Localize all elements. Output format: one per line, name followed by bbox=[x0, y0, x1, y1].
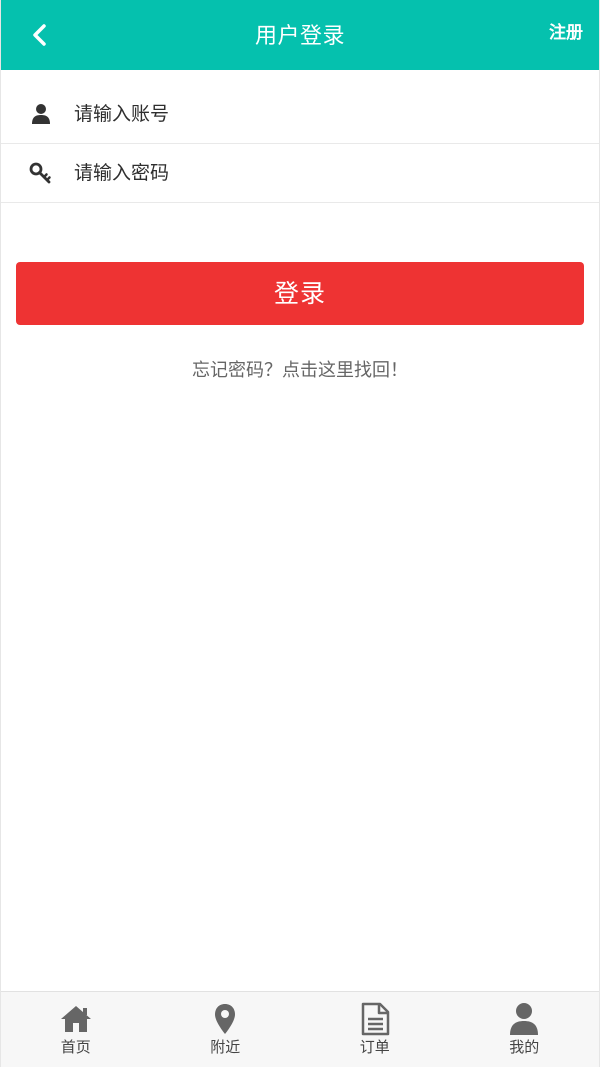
account-row bbox=[1, 85, 599, 144]
tab-orders-label: 订单 bbox=[359, 1038, 390, 1056]
login-button[interactable]: 登录 bbox=[16, 262, 584, 325]
tab-mine[interactable]: 我的 bbox=[450, 992, 600, 1067]
app-screen: 用户登录 注册 登录 bbox=[0, 0, 600, 1067]
tab-home[interactable]: 首页 bbox=[1, 992, 151, 1067]
password-input[interactable] bbox=[74, 153, 534, 193]
key-icon bbox=[29, 161, 53, 185]
tab-nearby[interactable]: 附近 bbox=[151, 992, 301, 1067]
register-link[interactable]: 注册 bbox=[549, 20, 583, 46]
tab-home-label: 首页 bbox=[60, 1038, 91, 1056]
location-pin-icon bbox=[207, 1002, 243, 1036]
password-row bbox=[1, 144, 599, 203]
forgot-password-link[interactable]: 忘记密码？点击这里找回！ bbox=[1, 356, 599, 382]
document-icon bbox=[357, 1002, 393, 1036]
bottom-tab-bar: 首页 附近 订单 我的 bbox=[1, 991, 599, 1067]
page-title: 用户登录 bbox=[254, 24, 345, 49]
account-input[interactable] bbox=[74, 94, 534, 134]
top-nav-bar: 用户登录 注册 bbox=[1, 0, 599, 70]
user-icon bbox=[506, 1002, 542, 1036]
tab-nearby-label: 附近 bbox=[210, 1038, 241, 1056]
home-icon bbox=[58, 1002, 94, 1036]
login-form bbox=[1, 85, 599, 203]
tab-mine-label: 我的 bbox=[509, 1038, 540, 1056]
tab-orders[interactable]: 订单 bbox=[300, 992, 450, 1067]
user-icon bbox=[29, 102, 53, 126]
